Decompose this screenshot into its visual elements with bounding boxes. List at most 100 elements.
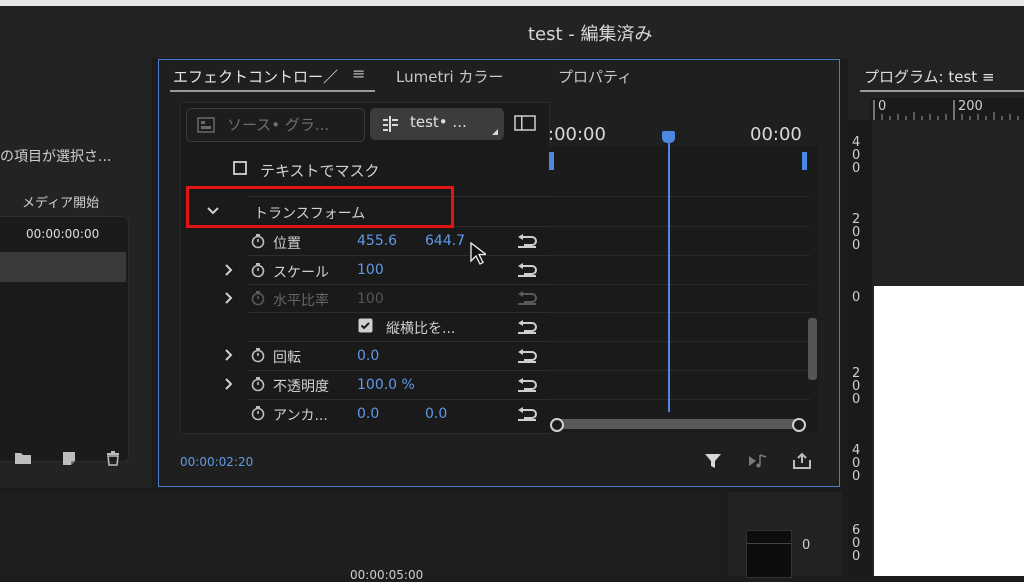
vertical-ruler: 4 0 0 2 0 0 0 2 0 0 4 0 0 6 0 0	[848, 120, 872, 576]
title-bar: test - 編集済み	[0, 6, 1024, 58]
chevron-right-icon[interactable]	[224, 263, 234, 277]
playhead-line[interactable]	[668, 140, 670, 412]
ruler-label: 0	[878, 99, 887, 114]
row-divider	[248, 312, 548, 313]
reset-icon[interactable]	[516, 407, 538, 421]
media-start-column-header[interactable]: メディア開始	[22, 192, 99, 211]
stopwatch-icon	[251, 291, 265, 306]
folder-icon[interactable]	[14, 450, 32, 466]
clip-in-marker[interactable]	[549, 152, 554, 170]
property-value-y[interactable]: 0.0	[425, 406, 447, 422]
playhead-handle[interactable]	[662, 131, 675, 143]
reset-icon[interactable]	[516, 320, 538, 334]
meter-zero-label: 0	[802, 538, 811, 553]
trash-icon[interactable]	[104, 450, 122, 466]
chevron-right-icon[interactable]	[224, 348, 234, 362]
ruler-label: 6 0 0	[852, 523, 861, 564]
timeline-end-time: 00:00	[750, 124, 802, 145]
program-monitor-label: プログラム: test	[864, 68, 978, 86]
property-label: 水平比率	[273, 293, 329, 309]
stopwatch-icon[interactable]	[251, 262, 265, 278]
aspect-ratio-checkbox[interactable]	[358, 318, 373, 333]
property-value[interactable]: 100.0 %	[357, 377, 415, 393]
stopwatch-icon[interactable]	[251, 405, 265, 421]
row-divider	[248, 255, 548, 256]
row-divider	[248, 341, 548, 342]
media-start-value: 00:00:00:00	[26, 227, 100, 241]
program-menu-icon[interactable]: ≡	[982, 68, 995, 86]
property-label: 縦横比を...	[386, 321, 456, 337]
mask-label: テキストでマスク	[260, 162, 380, 180]
effect-clip-icon	[383, 116, 398, 132]
timeline-row-divider	[548, 312, 810, 313]
zoom-handle-left[interactable]	[550, 418, 564, 432]
ruler-label: 4 0 0	[852, 443, 861, 484]
list-item[interactable]	[0, 252, 126, 282]
play-audio-icon[interactable]	[748, 453, 770, 469]
chevron-right-icon[interactable]	[224, 291, 234, 305]
property-value-x[interactable]: 0.0	[357, 406, 379, 422]
reset-icon[interactable]	[516, 378, 538, 392]
ruler-ticks	[873, 100, 1019, 120]
zoom-handle-right[interactable]	[792, 418, 806, 432]
source-clip-button[interactable]: ソース• グラ...	[186, 108, 365, 142]
window-title: test - 編集済み	[528, 24, 653, 45]
stopwatch-icon[interactable]	[251, 233, 265, 249]
property-label: 回転	[273, 350, 301, 366]
property-value-x[interactable]: 455.6	[357, 233, 397, 249]
property-value[interactable]: 100	[357, 262, 384, 278]
property-label: 位置	[273, 236, 301, 252]
filter-icon[interactable]	[704, 452, 722, 470]
selection-status: の項目が選択さ...	[0, 149, 112, 165]
export-icon[interactable]	[792, 452, 812, 470]
stopwatch-icon[interactable]	[251, 376, 265, 392]
chevron-right-icon[interactable]	[224, 377, 234, 391]
current-clip-label: test• ...	[410, 113, 467, 131]
timeline-row-divider	[548, 399, 810, 400]
new-item-icon[interactable]	[60, 450, 78, 466]
timeline-row-divider	[548, 341, 810, 342]
clip-out-marker[interactable]	[802, 152, 807, 170]
timeline-panel	[0, 492, 722, 576]
zoom-scrollbar[interactable]	[554, 419, 800, 429]
property-value[interactable]: 0.0	[357, 348, 379, 364]
ruler-label: 200	[958, 99, 983, 114]
panel-menu-icon[interactable]: ≡	[352, 64, 365, 83]
active-tab-underline	[860, 90, 1024, 92]
property-label: スケール	[273, 265, 329, 281]
timeline-row-divider	[548, 255, 810, 256]
timeline-row-divider	[548, 226, 810, 227]
audio-meter	[746, 530, 792, 578]
timeline-row-divider	[548, 196, 810, 197]
vertical-scrollbar[interactable]	[808, 318, 817, 380]
active-tab-underline	[170, 90, 375, 92]
current-clip-button[interactable]: test• ...	[370, 108, 504, 140]
row-divider	[248, 370, 548, 371]
tab-effect-controls[interactable]: エフェクトコントロー／	[173, 66, 338, 87]
program-canvas-frame[interactable]	[874, 286, 1024, 576]
program-monitor-title[interactable]: プログラム: test ≡	[864, 66, 995, 87]
property-label: 不透明度	[273, 379, 329, 395]
row-divider	[248, 399, 548, 400]
row-divider	[248, 284, 548, 285]
dropdown-corner-icon	[492, 129, 498, 135]
keyframe-timeline[interactable]	[548, 146, 818, 432]
reset-icon[interactable]	[516, 349, 538, 363]
toggle-timeline-icon[interactable]	[514, 114, 536, 132]
stopwatch-icon[interactable]	[251, 347, 265, 363]
property-value-y[interactable]: 644.7	[425, 233, 465, 249]
ruler-label: 0	[852, 290, 861, 305]
tab-lumetri-color[interactable]: Lumetri カラー	[396, 66, 503, 87]
tab-properties[interactable]: プロパティ	[558, 66, 632, 87]
timeline-start-time: :00:00	[548, 124, 606, 145]
mask-checkbox[interactable]	[233, 161, 247, 175]
property-label: アンカ...	[273, 408, 328, 424]
timeline-row-divider	[548, 284, 810, 285]
reset-icon	[518, 291, 537, 305]
current-timecode[interactable]: 00:00:02:20	[180, 455, 253, 469]
timeline-row-divider	[548, 370, 810, 371]
reset-icon[interactable]	[516, 234, 538, 248]
ruler-label: 2 0 0	[852, 212, 861, 253]
reset-icon[interactable]	[516, 263, 538, 277]
transform-highlight-box	[186, 186, 454, 228]
